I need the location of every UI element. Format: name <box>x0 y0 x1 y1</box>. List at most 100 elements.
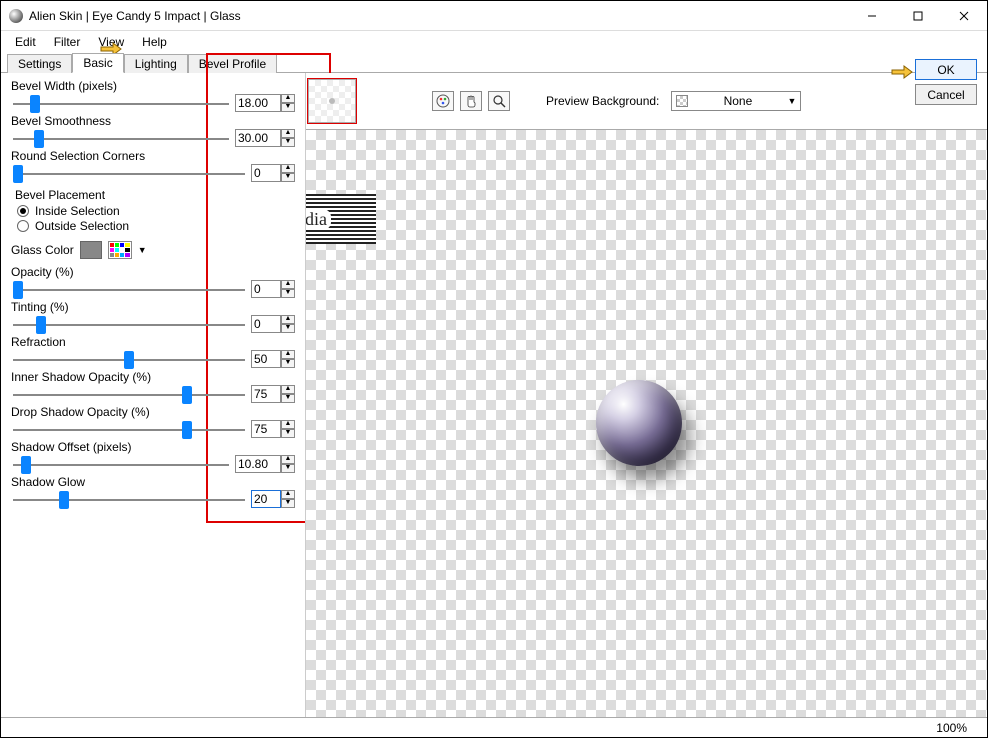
input-bevel-width[interactable] <box>235 94 281 112</box>
label-inner-shadow: Inner Shadow Opacity (%) <box>11 370 295 384</box>
tab-bar: Settings Basic Lighting Bevel Profile <box>1 53 987 73</box>
menu-filter[interactable]: Filter <box>46 33 89 51</box>
param-opacity: Opacity (%) ▲▼ <box>11 265 295 298</box>
label-bevel-width: Bevel Width (pixels) <box>11 79 295 93</box>
label-shadow-offset: Shadow Offset (pixels) <box>11 440 295 454</box>
preview-canvas[interactable]: claudia <box>306 129 987 717</box>
app-window: Alien Skin | Eye Candy 5 Impact | Glass … <box>0 0 988 738</box>
menu-help[interactable]: Help <box>134 33 175 51</box>
slider-shadow-glow[interactable] <box>13 499 245 501</box>
sample-text-strip: claudia <box>306 194 376 244</box>
radio-inside-selection[interactable]: Inside Selection <box>17 204 295 218</box>
label-shadow-glow: Shadow Glow <box>11 475 295 489</box>
menubar: Edit Filter View Help <box>1 31 987 53</box>
tab-bevel-profile[interactable]: Bevel Profile <box>188 54 277 73</box>
tab-settings[interactable]: Settings <box>7 54 72 73</box>
param-refraction: Refraction ▲▼ <box>11 335 295 368</box>
close-button[interactable] <box>941 1 987 31</box>
slider-tinting[interactable] <box>13 324 245 326</box>
app-icon <box>9 9 23 23</box>
cancel-button[interactable]: Cancel <box>915 84 977 105</box>
basic-panel: Bevel Width (pixels) ▲▼ Bevel Smoothness <box>1 73 305 717</box>
menu-view[interactable]: View <box>90 33 132 51</box>
zoom-tool-icon[interactable] <box>488 91 510 111</box>
spin-round-corners[interactable]: ▲▼ <box>281 164 295 182</box>
spin-opacity[interactable]: ▲▼ <box>281 280 295 298</box>
radio-icon <box>17 205 29 217</box>
spin-drop-shadow[interactable]: ▲▼ <box>281 420 295 438</box>
spin-bevel-width[interactable]: ▲▼ <box>281 94 295 112</box>
slider-opacity[interactable] <box>13 289 245 291</box>
titlebar: Alien Skin | Eye Candy 5 Impact | Glass <box>1 1 987 31</box>
status-bar: 100% <box>1 717 987 737</box>
thumbnail-toolbar: Preview Background: None ▼ <box>306 73 987 129</box>
param-inner-shadow: Inner Shadow Opacity (%) ▲▼ <box>11 370 295 403</box>
slider-refraction[interactable] <box>13 359 245 361</box>
radio-label-outside: Outside Selection <box>35 219 129 233</box>
slider-bevel-smoothness[interactable] <box>13 138 229 140</box>
input-drop-shadow[interactable] <box>251 420 281 438</box>
preview-toolbar <box>432 91 510 111</box>
ok-button-label: OK <box>937 63 954 77</box>
param-tinting: Tinting (%) ▲▼ <box>11 300 295 333</box>
chevron-down-icon[interactable]: ▼ <box>138 245 147 255</box>
preview-bg-label: Preview Background: <box>546 94 659 108</box>
spin-bevel-smoothness[interactable]: ▲▼ <box>281 129 295 147</box>
glass-color-swatch[interactable] <box>80 241 102 259</box>
spin-shadow-offset[interactable]: ▲▼ <box>281 455 295 473</box>
radio-label-inside: Inside Selection <box>35 204 120 218</box>
label-refraction: Refraction <box>11 335 295 349</box>
slider-drop-shadow[interactable] <box>13 429 245 431</box>
tab-lighting[interactable]: Lighting <box>124 54 188 73</box>
preview-bg-select[interactable]: None ▼ <box>671 91 801 111</box>
tab-basic[interactable]: Basic <box>72 53 123 73</box>
thumbnail-slot[interactable] <box>308 79 356 123</box>
spin-inner-shadow[interactable]: ▲▼ <box>281 385 295 403</box>
input-refraction[interactable] <box>251 350 281 368</box>
spin-tinting[interactable]: ▲▼ <box>281 315 295 333</box>
spin-refraction[interactable]: ▲▼ <box>281 350 295 368</box>
group-bevel-placement: Bevel Placement Inside Selection Outside… <box>11 188 295 233</box>
ok-button[interactable]: OK <box>915 59 977 80</box>
palette-button[interactable] <box>108 241 132 259</box>
palette-tool-icon[interactable] <box>432 91 454 111</box>
dialog-buttons: OK Cancel <box>915 59 977 105</box>
sample-text: claudia <box>306 209 331 230</box>
slider-shadow-offset[interactable] <box>13 464 229 466</box>
menu-edit[interactable]: Edit <box>7 33 44 51</box>
window-controls <box>849 1 987 31</box>
label-opacity: Opacity (%) <box>11 265 295 279</box>
maximize-button[interactable] <box>895 1 941 31</box>
slider-bevel-width[interactable] <box>13 103 229 105</box>
minimize-button[interactable] <box>849 1 895 31</box>
slider-round-corners[interactable] <box>13 173 245 175</box>
input-bevel-smoothness[interactable] <box>235 129 281 147</box>
checker-icon <box>676 95 688 107</box>
label-bevel-smoothness: Bevel Smoothness <box>11 114 295 128</box>
param-bevel-smoothness: Bevel Smoothness ▲▼ <box>11 114 295 147</box>
zoom-level: 100% <box>936 721 967 735</box>
label-tinting: Tinting (%) <box>11 300 295 314</box>
input-round-corners[interactable] <box>251 164 281 182</box>
slider-inner-shadow[interactable] <box>13 394 245 396</box>
input-shadow-glow[interactable] <box>251 490 281 508</box>
spin-shadow-glow[interactable]: ▲▼ <box>281 490 295 508</box>
chevron-down-icon: ▼ <box>787 96 796 106</box>
param-drop-shadow: Drop Shadow Opacity (%) ▲▼ <box>11 405 295 438</box>
input-tinting[interactable] <box>251 315 281 333</box>
param-shadow-offset: Shadow Offset (pixels) ▲▼ <box>11 440 295 473</box>
window-title: Alien Skin | Eye Candy 5 Impact | Glass <box>29 9 849 23</box>
row-glass-color: Glass Color ▼ <box>11 241 295 259</box>
label-drop-shadow: Drop Shadow Opacity (%) <box>11 405 295 419</box>
label-round-corners: Round Selection Corners <box>11 149 295 163</box>
radio-outside-selection[interactable]: Outside Selection <box>17 219 295 233</box>
input-inner-shadow[interactable] <box>251 385 281 403</box>
preview-area: Preview Background: None ▼ claudia <box>305 73 987 717</box>
param-shadow-glow: Shadow Glow ▲▼ <box>11 475 295 508</box>
hand-tool-icon[interactable] <box>460 91 482 111</box>
radio-icon <box>17 220 29 232</box>
param-bevel-width: Bevel Width (pixels) ▲▼ <box>11 79 295 112</box>
input-shadow-offset[interactable] <box>235 455 281 473</box>
input-opacity[interactable] <box>251 280 281 298</box>
param-round-corners: Round Selection Corners ▲▼ <box>11 149 295 182</box>
